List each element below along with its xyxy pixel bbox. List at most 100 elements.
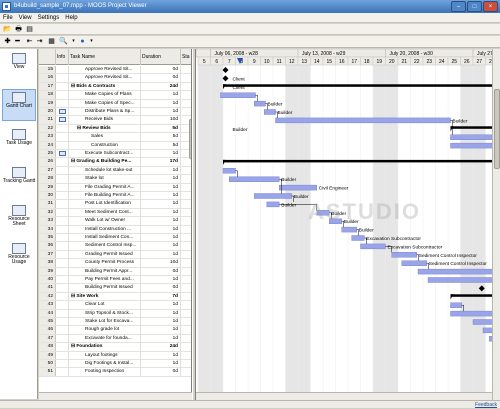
task-name: Execute Subcontract... — [85, 151, 134, 156]
table-row[interactable]: 18 Make Copies of Plans 1d — [39, 91, 191, 100]
task-name: Site Work — [76, 293, 99, 299]
vertical-scroll-thumb[interactable] — [494, 89, 500, 169]
table-row[interactable]: 35 Install Sediment Con... 1d — [39, 234, 191, 243]
table-row[interactable]: 48 ⊟ Foundation 24d — [39, 343, 191, 352]
zoom-icon[interactable]: 🔍 — [59, 37, 68, 46]
task-usage-icon — [12, 129, 26, 140]
duration-header[interactable]: Duration — [141, 49, 181, 65]
row-info — [56, 326, 69, 334]
task-name: Distribute Plans & Sp... — [85, 109, 135, 114]
task-duration: 5d — [141, 141, 181, 149]
table-row[interactable]: 22 ⊟ Review Bids 5d — [39, 124, 191, 134]
table-row[interactable]: 24 Construction 5d — [39, 141, 191, 150]
view-gantt-chart[interactable]: Gantt Chart — [2, 89, 36, 121]
table-row[interactable]: 33 Walk Lot w/ Owner 1d — [39, 217, 191, 226]
menu-help[interactable]: Help — [62, 13, 80, 23]
row-info — [56, 343, 69, 351]
maximize-button[interactable]: □ — [467, 1, 482, 12]
help-icon[interactable]: ● — [78, 37, 87, 46]
table-row[interactable]: 39 Building Permit Appr... 0d — [39, 267, 191, 276]
table-row[interactable]: 42 ⊟ Site Work 7d — [39, 292, 191, 302]
note-icon[interactable] — [59, 109, 66, 114]
outdent-icon[interactable]: ⇥ — [35, 37, 44, 46]
task-name: Stake Lot for Excava... — [85, 319, 134, 324]
help-dropdown-icon[interactable]: ▾ — [87, 37, 96, 46]
table-row[interactable]: 46 Rough grade lot 1d — [39, 326, 191, 335]
table-row[interactable]: 30 File Building Permit A... 1d — [39, 192, 191, 201]
menu-view[interactable]: View — [16, 13, 35, 23]
view-resource-usage[interactable]: Resource Usage — [2, 241, 36, 273]
table-row[interactable]: 41 Building Permit Issued 0d — [39, 284, 191, 293]
tracking-gantt-icon — [12, 167, 26, 178]
note-icon[interactable] — [59, 151, 66, 156]
table-row[interactable]: 26 ⊟ Grading & Building Pe... 17d — [39, 158, 191, 167]
row-id: 26 — [39, 158, 56, 166]
filter-icon[interactable]: ▦ — [47, 37, 56, 46]
table-row[interactable]: 21 Receive Bids 10d — [39, 116, 191, 125]
task-name: Install Construction ... — [85, 226, 132, 232]
day-header-label: 6 — [215, 59, 218, 65]
table-row[interactable]: 50 Dig Footings & Instal... 1d — [39, 360, 191, 369]
table-row[interactable]: 28 Stake lot 1d — [39, 175, 191, 184]
task-duration: 24d — [141, 343, 181, 351]
info-header[interactable]: Info — [56, 49, 69, 65]
table-row[interactable]: 17 ⊟ Bids & Contracts 24d — [39, 82, 191, 92]
table-row[interactable]: 36 Sediment Control Insp... 1d — [39, 242, 191, 251]
grid-horizontal-scrollbar[interactable] — [39, 392, 192, 400]
task-name: Approve Revised Sit... — [85, 67, 133, 72]
day-header-label: 22 — [414, 59, 420, 65]
table-row[interactable]: 27 Schedule lot stake-out 1d — [39, 166, 191, 176]
task-name: Install Sediment Con... — [85, 235, 134, 240]
close-button[interactable]: × — [483, 1, 498, 12]
minimize-button[interactable]: – — [451, 1, 466, 12]
table-row[interactable]: 34 Install Construction ... 1d — [39, 225, 191, 234]
table-row[interactable]: 20 Distribute Plans & Sp... 1d — [39, 108, 191, 117]
resource-label: Builder — [281, 202, 296, 208]
view-task-usage[interactable]: Task Usage — [2, 127, 36, 159]
day-header-label: 13 — [301, 59, 307, 65]
table-row[interactable]: 45 Stake Lot for Excava... 1d — [39, 318, 191, 327]
vertical-scrollbar[interactable] — [492, 49, 500, 400]
start-header[interactable]: Sta — [181, 49, 191, 65]
row-id: 36 — [39, 242, 56, 250]
table-row[interactable]: 38 County Permit Process 10d — [39, 259, 191, 268]
table-row[interactable]: 37 Grading Permit Issued 1d — [39, 250, 191, 260]
view-view[interactable]: View — [2, 51, 36, 83]
indent-icon[interactable]: ⇤ — [25, 37, 34, 46]
row-id: 45 — [39, 318, 56, 326]
preview-icon[interactable]: ▤ — [25, 25, 34, 34]
table-row[interactable]: 25 Execute Subcontract... 1d — [39, 150, 191, 159]
open-icon[interactable]: 📂 — [3, 25, 12, 34]
table-row[interactable]: 15 Approve Revised Sit... 0d — [39, 66, 191, 75]
table-row[interactable]: 40 Pay Permit Fees and... 1d — [39, 276, 191, 285]
task-duration: 1d — [141, 360, 181, 368]
table-row[interactable]: 43 Clear Lot 1d — [39, 301, 191, 310]
table-row[interactable]: 49 Layout footings 1d — [39, 351, 191, 360]
table-row[interactable]: 51 Footing Inspection 0d — [39, 368, 191, 377]
week-header-label: July 20, 2008 - w30 — [390, 51, 434, 57]
print-icon[interactable]: 🖶 — [14, 25, 23, 34]
table-row[interactable]: 44 Strip Topsoil & Stock... 1d — [39, 309, 191, 318]
table-row[interactable]: 31 Post Lot Identification 1d — [39, 200, 191, 209]
gantt-horizontal-scrollbar[interactable] — [196, 392, 492, 400]
table-row[interactable]: 23 Sales 5d — [39, 133, 191, 142]
expand-icon[interactable]: ✚ — [3, 37, 12, 46]
view-resource-sheet[interactable]: Resource Sheet — [2, 203, 36, 235]
collapse-icon[interactable]: ━ — [13, 37, 22, 46]
resource-label: Sediment Control Inspector — [429, 261, 488, 267]
note-icon[interactable] — [59, 117, 66, 123]
table-row[interactable]: 32 Meet Sediment Cont... 1d — [39, 208, 191, 218]
task-name-header[interactable]: Task Name — [69, 49, 141, 65]
menu-file[interactable]: File — [0, 13, 16, 23]
task-bar — [222, 168, 236, 174]
table-row[interactable]: 47 Excavate for founda... 1d — [39, 334, 191, 344]
task-duration: 10d — [141, 259, 181, 267]
menu-settings[interactable]: Settings — [35, 13, 63, 23]
task-name: Footing Inspection — [85, 369, 125, 375]
table-row[interactable]: 16 Approve Revised Sit... 0d — [39, 74, 191, 83]
zoom-dropdown-icon[interactable]: ▾ — [69, 37, 78, 46]
table-row[interactable]: 29 File Grading Permit A... 1d — [39, 183, 191, 192]
table-row[interactable]: 19 Make Copies of Spec... 1d — [39, 99, 191, 108]
row-id: 48 — [39, 343, 56, 351]
view-tracking-gantt[interactable]: Tracking Gantt — [2, 165, 36, 197]
